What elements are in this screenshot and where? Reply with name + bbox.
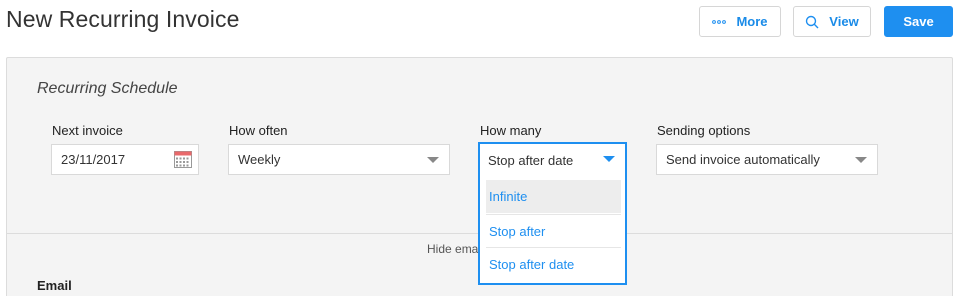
next-invoice-label: Next invoice: [52, 123, 123, 138]
option-stop-after[interactable]: Stop after: [486, 214, 621, 247]
calendar-icon[interactable]: [174, 151, 192, 171]
next-invoice-value: 23/11/2017: [61, 152, 126, 167]
search-icon: [805, 15, 819, 29]
next-invoice-input[interactable]: 23/11/2017: [51, 144, 199, 175]
chevron-down-icon: [603, 156, 615, 162]
option-infinite[interactable]: Infinite: [486, 180, 621, 213]
dots-icon: [712, 19, 727, 24]
how-many-value: Stop after date: [488, 153, 574, 168]
how-many-select-open[interactable]: Stop after date Infinite Stop after Stop…: [478, 142, 627, 285]
email-section-label: Email: [37, 278, 72, 293]
save-button[interactable]: Save: [884, 6, 953, 37]
chevron-down-icon: [855, 157, 867, 163]
more-button-label: More: [736, 14, 768, 29]
how-many-selected[interactable]: Stop after date: [480, 144, 625, 177]
how-often-label: How often: [229, 123, 288, 138]
sending-options-value: Send invoice automatically: [666, 152, 820, 167]
hide-email-link[interactable]: Hide ema: [427, 242, 478, 256]
how-often-select[interactable]: Weekly: [228, 144, 450, 175]
page-title: New Recurring Invoice: [6, 6, 240, 32]
view-button-label: View: [829, 14, 859, 29]
view-button[interactable]: View: [793, 6, 871, 37]
how-many-label: How many: [480, 123, 542, 138]
more-button[interactable]: More: [699, 6, 781, 37]
option-stop-after-date[interactable]: Stop after date: [486, 247, 621, 280]
chevron-down-icon: [427, 157, 439, 163]
section-title: Recurring Schedule: [37, 80, 178, 97]
sending-options-select[interactable]: Send invoice automatically: [656, 144, 878, 175]
sending-options-label: Sending options: [657, 123, 751, 138]
how-often-value: Weekly: [238, 152, 281, 167]
